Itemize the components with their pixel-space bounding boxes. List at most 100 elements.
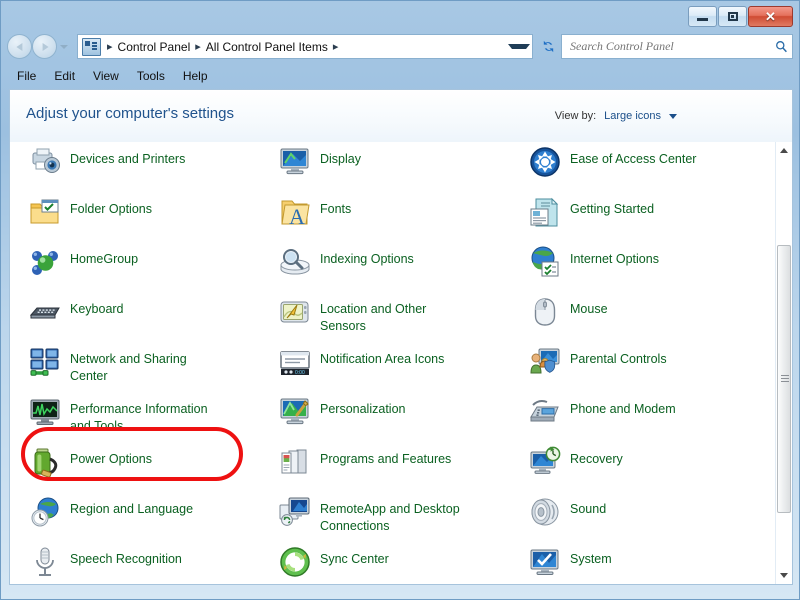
control-panel-item[interactable]: Folder Options [28,195,268,229]
control-panel-item-label[interactable]: Programs and Features [320,445,451,468]
control-panel-item-label[interactable]: Recovery [570,445,623,468]
remoteapp-icon [278,495,312,529]
vertical-scrollbar[interactable] [775,142,792,584]
control-panel-item[interactable]: Performance Information and Tools [28,395,268,435]
title-bar[interactable]: ✕ [1,1,799,31]
scrollbar-thumb[interactable] [777,245,791,513]
breadcrumb-all-control-panel-items[interactable]: All Control Panel Items [206,40,328,54]
caption-button-group: ✕ [688,6,793,27]
control-panel-item[interactable]: Power Options [28,445,268,479]
control-panel-item-label[interactable]: Speech Recognition [70,545,182,568]
control-panel-item-label[interactable]: Devices and Printers [70,145,185,168]
control-panel-item[interactable]: 0:00 Notification Area Icons [278,345,518,379]
control-panel-item-label[interactable]: Internet Options [570,245,659,268]
control-panel-item-label[interactable]: Region and Language [70,495,193,518]
control-panel-item-label[interactable]: Performance Information and Tools [70,395,220,435]
control-panel-item[interactable]: Network and Sharing Center [28,345,268,385]
menu-tools[interactable]: Tools [129,67,173,85]
control-panel-item-label[interactable]: Ease of Access Center [570,145,696,168]
control-panel-item[interactable]: Region and Language [28,495,268,529]
content-header: Adjust your computer's settings View by:… [10,90,792,142]
control-panel-item-label[interactable]: Folder Options [70,195,152,218]
control-panel-item[interactable]: Keyboard [28,295,268,329]
control-panel-item[interactable]: Devices and Printers [28,145,268,179]
recovery-icon [528,445,562,479]
maximize-button[interactable] [718,6,747,27]
control-panel-item-label[interactable]: Parental Controls [570,345,667,368]
view-by-control[interactable]: View by: Large icons [555,110,677,122]
control-panel-item-label[interactable]: Keyboard [70,295,124,318]
speech-recognition-icon [28,545,62,579]
control-panel-item-label[interactable]: Personalization [320,395,405,418]
control-panel-item[interactable]: Speech Recognition [28,545,268,579]
minimize-button[interactable] [688,6,717,27]
fonts-icon: A [278,195,312,229]
personalization-icon [278,395,312,429]
control-panel-item-label[interactable]: Indexing Options [320,245,414,268]
menu-help[interactable]: Help [175,67,216,85]
keyboard-icon [28,295,62,329]
control-panel-item[interactable]: Recovery [528,445,768,479]
address-chevron-down-icon[interactable] [508,44,530,49]
forward-button[interactable] [32,34,57,59]
control-panel-item-label[interactable]: Mouse [570,295,608,318]
breadcrumb-control-panel[interactable]: Control Panel [118,40,191,54]
sound-icon [528,495,562,529]
scroll-up-button[interactable] [776,142,792,159]
control-panel-item[interactable]: Sound [528,495,768,529]
control-panel-item-label[interactable]: Sound [570,495,606,518]
control-panel-item[interactable]: Indexing Options [278,245,518,279]
minimize-icon [697,18,708,21]
control-panel-item[interactable]: System [528,545,768,579]
close-button[interactable]: ✕ [748,6,793,27]
search-box[interactable] [561,34,793,59]
devices-and-printers-icon [28,145,62,179]
chevron-down-icon[interactable] [669,114,677,119]
control-panel-item-label[interactable]: Network and Sharing Center [70,345,220,385]
power-options-icon [28,445,62,479]
control-panel-item[interactable]: Internet Options [528,245,768,279]
refresh-button[interactable] [537,35,559,58]
network-sharing-icon [28,345,62,379]
menu-file[interactable]: File [9,67,44,85]
control-panel-item[interactable]: Ease of Access Center [528,145,768,179]
folder-options-icon [28,195,62,229]
control-panel-item-label[interactable]: RemoteApp and Desktop Connections [320,495,470,535]
search-input[interactable] [562,38,770,55]
control-panel-item-label[interactable]: HomeGroup [70,245,138,268]
control-panel-item-label[interactable]: System [570,545,612,568]
control-panel-item[interactable]: Getting Started [528,195,768,229]
control-panel-item[interactable]: Programs and Features [278,445,518,479]
search-icon[interactable] [770,40,792,53]
back-button[interactable] [7,34,32,59]
view-by-value[interactable]: Large icons [604,110,661,122]
control-panel-item-label[interactable]: Power Options [70,445,152,468]
address-toolbar: ▸ Control Panel ▸ All Control Panel Item… [1,31,799,63]
breadcrumb-separator-icon[interactable]: ▸ [328,40,344,53]
menu-edit[interactable]: Edit [46,67,83,85]
close-icon: ✕ [765,10,776,23]
scroll-down-button[interactable] [776,567,792,584]
homegroup-icon [28,245,62,279]
control-panel-item-label[interactable]: Notification Area Icons [320,345,444,368]
address-bar[interactable]: ▸ Control Panel ▸ All Control Panel Item… [77,34,533,59]
control-panel-item[interactable]: Display [278,145,518,179]
control-panel-item-label[interactable]: Phone and Modem [570,395,676,418]
control-panel-item[interactable]: Personalization [278,395,518,429]
control-panel-item-label[interactable]: Location and Other Sensors [320,295,470,335]
menu-view[interactable]: View [85,67,127,85]
control-panel-item[interactable]: HomeGroup [28,245,268,279]
control-panel-item[interactable]: Sync Center [278,545,518,579]
control-panel-item-label[interactable]: Sync Center [320,545,389,568]
control-panel-item[interactable]: Parental Controls [528,345,768,379]
control-panel-item-label[interactable]: Getting Started [570,195,654,218]
control-panel-item[interactable]: Location and Other Sensors [278,295,518,335]
control-panel-item[interactable]: A Fonts [278,195,518,229]
control-panel-item-label[interactable]: Display [320,145,361,168]
control-panel-item[interactable]: Phone and Modem [528,395,768,429]
navigation-buttons [7,34,68,59]
control-panel-item-label[interactable]: Fonts [320,195,351,218]
control-panel-item[interactable]: Mouse [528,295,768,329]
recent-pages-chevron-down-icon[interactable] [60,45,68,49]
control-panel-item[interactable]: RemoteApp and Desktop Connections [278,495,518,535]
